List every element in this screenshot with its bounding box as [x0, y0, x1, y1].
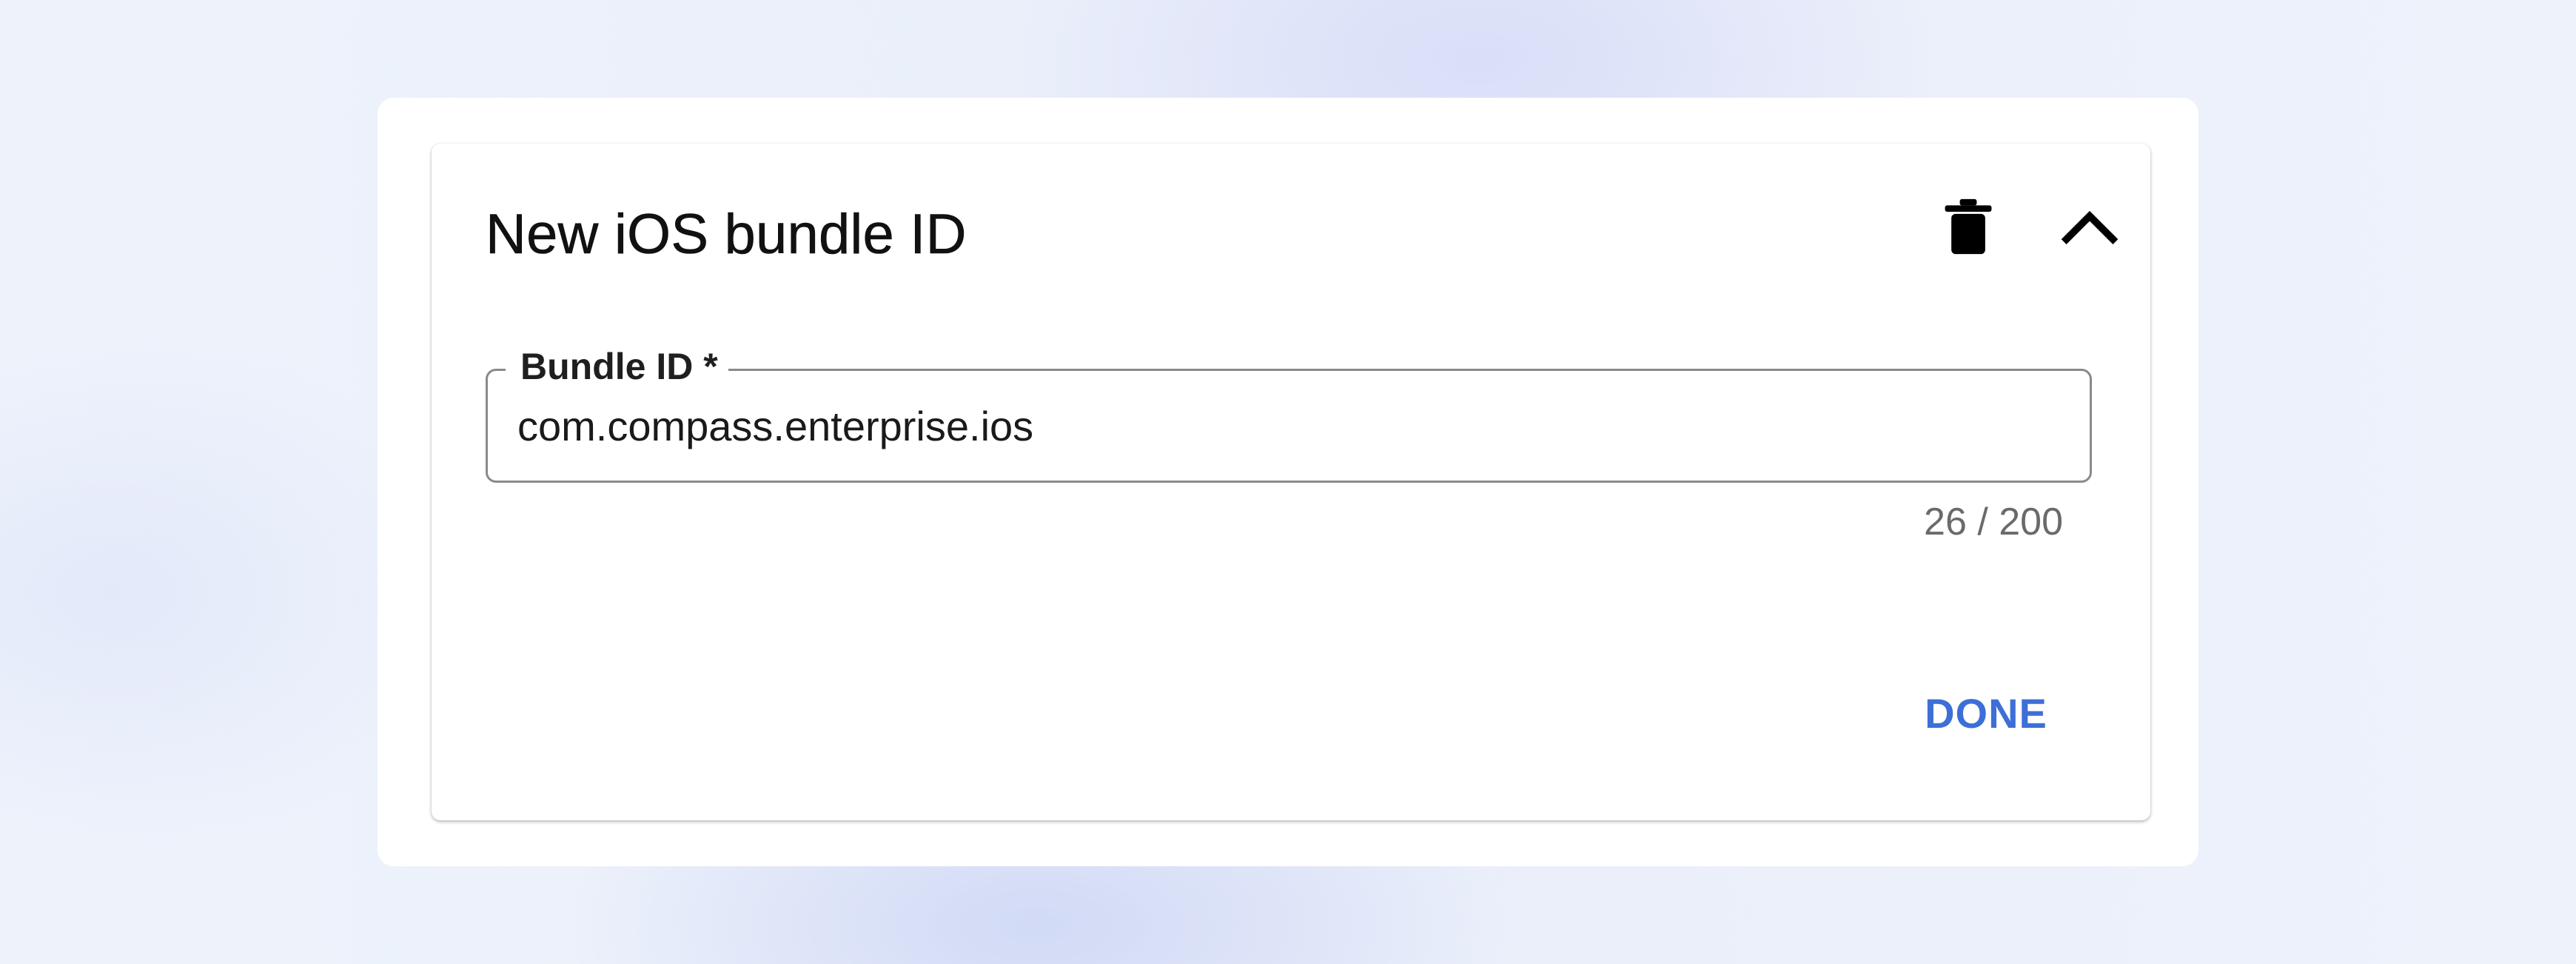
outer-panel: New iOS bundle ID Bundle ID * 26 / 200 D…: [378, 98, 2198, 866]
done-button[interactable]: DONE: [1897, 672, 2075, 754]
card-title: New iOS bundle ID: [486, 203, 967, 267]
chevron-up-icon: [2061, 210, 2119, 245]
character-counter: 26 / 200: [1924, 501, 2063, 543]
collapse-button[interactable]: [2045, 182, 2134, 271]
bundle-id-input[interactable]: [517, 402, 2057, 451]
trash-icon: [1945, 198, 1992, 255]
bundle-id-field: Bundle ID *: [486, 344, 2092, 483]
bundle-id-card: New iOS bundle ID Bundle ID * 26 / 200 D…: [432, 144, 2150, 820]
delete-button[interactable]: [1924, 182, 2013, 271]
bundle-id-label: Bundle ID *: [506, 344, 728, 389]
